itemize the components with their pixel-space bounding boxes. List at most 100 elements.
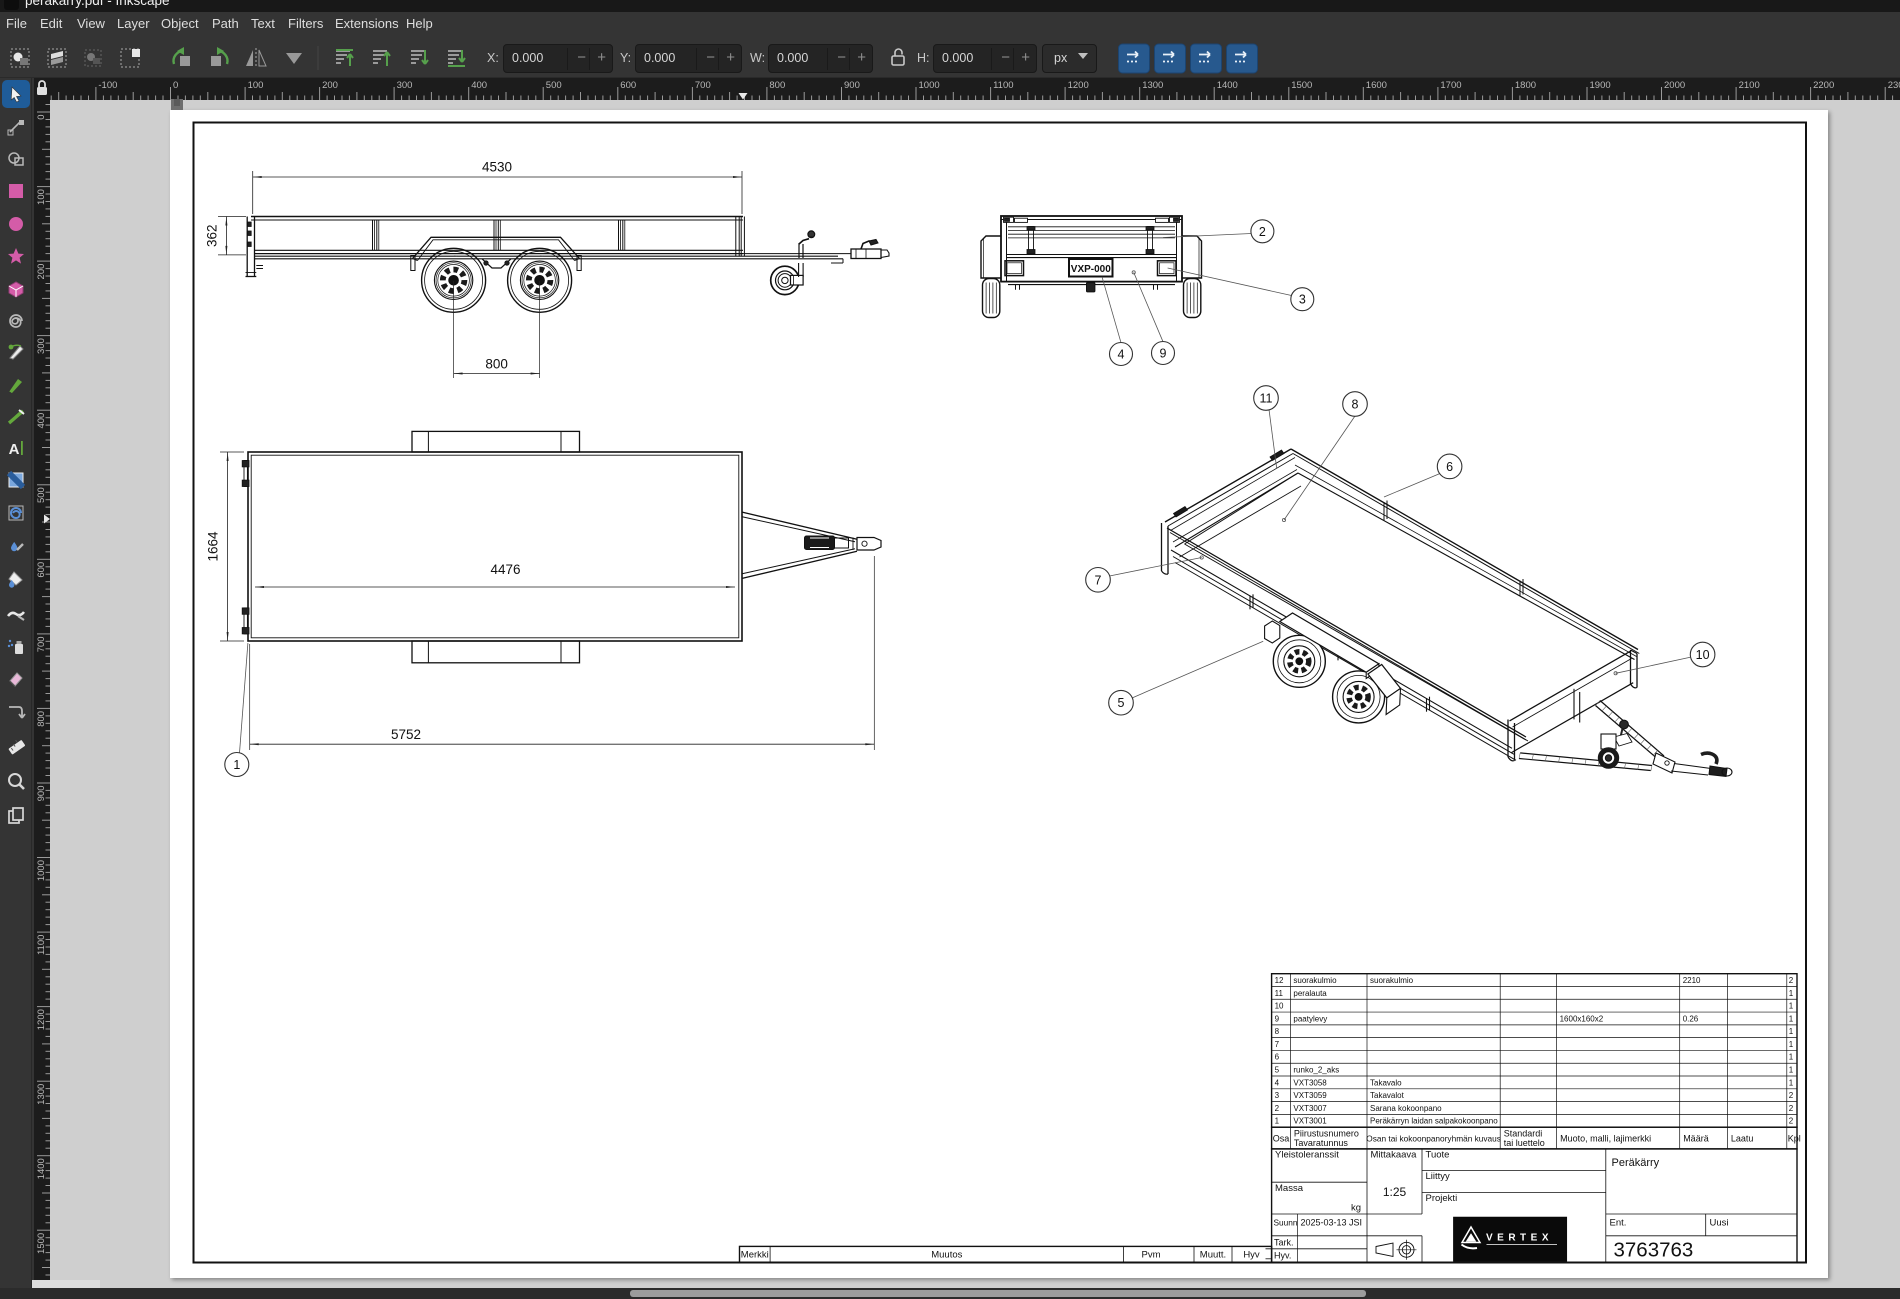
svg-text:0: 0 <box>173 80 178 91</box>
svg-text:800: 800 <box>485 357 508 372</box>
svg-text:4: 4 <box>1275 1078 1280 1087</box>
svg-text:Hyv: Hyv <box>1243 1250 1260 1261</box>
svg-text:2: 2 <box>1789 1104 1794 1113</box>
svg-text:2000: 2000 <box>1664 80 1685 91</box>
svg-text:1300: 1300 <box>36 1084 47 1105</box>
svg-text:9: 9 <box>1160 347 1167 361</box>
svg-text:1664: 1664 <box>206 531 221 562</box>
svg-text:2: 2 <box>1789 976 1794 985</box>
svg-text:Peräkärry: Peräkärry <box>1612 1157 1660 1169</box>
svg-text:Takavalot: Takavalot <box>1370 1091 1405 1100</box>
svg-text:tai luettelo: tai luettelo <box>1504 1138 1545 1148</box>
svg-text:Kpl: Kpl <box>1788 1134 1801 1144</box>
svg-text:1: 1 <box>233 758 240 772</box>
svg-text:6: 6 <box>1446 460 1453 474</box>
svg-text:7: 7 <box>1095 573 1102 587</box>
svg-text:suorakulmio: suorakulmio <box>1370 976 1414 985</box>
svg-text:3763763: 3763763 <box>1614 1239 1694 1262</box>
svg-text:Osa: Osa <box>1273 1134 1290 1144</box>
svg-text:Mittakaava: Mittakaava <box>1371 1150 1418 1161</box>
svg-text:Hyv.: Hyv. <box>1274 1251 1291 1261</box>
svg-text:Muutt.: Muutt. <box>1200 1250 1226 1261</box>
svg-text:1700: 1700 <box>1440 80 1461 91</box>
svg-text:1: 1 <box>1789 1078 1794 1087</box>
svg-text:VXT3058: VXT3058 <box>1293 1078 1327 1087</box>
svg-text:500: 500 <box>546 80 562 91</box>
svg-text:4476: 4476 <box>490 562 520 577</box>
svg-text:~: ~ <box>540 253 544 260</box>
svg-text:runko_2_aks: runko_2_aks <box>1293 1066 1339 1075</box>
svg-text:3: 3 <box>1299 293 1306 307</box>
svg-text:2200: 2200 <box>1813 80 1834 91</box>
svg-text:Laatu: Laatu <box>1731 1134 1754 1144</box>
svg-text:1200: 1200 <box>36 1009 47 1030</box>
svg-text:400: 400 <box>36 413 47 429</box>
svg-text:600: 600 <box>620 80 636 91</box>
svg-text:Uusi: Uusi <box>1710 1218 1729 1229</box>
svg-text:2300: 2300 <box>1888 80 1900 91</box>
svg-text:200: 200 <box>36 264 47 280</box>
svg-text:1400: 1400 <box>36 1158 47 1179</box>
svg-text:Takavalo: Takavalo <box>1370 1078 1402 1087</box>
svg-text:1:25: 1:25 <box>1383 1185 1407 1199</box>
svg-text:700: 700 <box>36 636 47 652</box>
svg-text:Osan tai kokoonpanoryhmän kuva: Osan tai kokoonpanoryhmän kuvaus <box>1366 1134 1501 1144</box>
svg-text:1300: 1300 <box>1142 80 1163 91</box>
svg-text:VXT3007: VXT3007 <box>1293 1104 1327 1113</box>
svg-text:1400: 1400 <box>1217 80 1238 91</box>
svg-text:VERTEX: VERTEX <box>1486 1233 1553 1244</box>
svg-text:8: 8 <box>1352 398 1359 412</box>
svg-text:Projekti: Projekti <box>1426 1193 1458 1204</box>
svg-text:1: 1 <box>1789 1066 1794 1075</box>
svg-text:Yleistoleranssit: Yleistoleranssit <box>1275 1150 1339 1161</box>
svg-text:1500: 1500 <box>1291 80 1312 91</box>
svg-text:Muoto, malli, lajimerkki: Muoto, malli, lajimerkki <box>1560 1134 1651 1144</box>
svg-text:1: 1 <box>1275 1117 1280 1126</box>
svg-text:0.26: 0.26 <box>1683 1014 1699 1023</box>
svg-text:100: 100 <box>248 80 264 91</box>
svg-text:Merkki: Merkki <box>741 1250 769 1261</box>
svg-text:Peräkärryn laidan salpakokoonp: Peräkärryn laidan salpakokoonpano <box>1370 1117 1498 1126</box>
svg-text:100: 100 <box>36 189 47 205</box>
svg-text:1100: 1100 <box>36 935 47 955</box>
svg-text:9: 9 <box>1275 1014 1280 1023</box>
svg-text:2: 2 <box>1275 1104 1280 1113</box>
svg-text:600: 600 <box>36 562 47 578</box>
svg-text:2: 2 <box>1789 1091 1794 1100</box>
svg-text:400: 400 <box>471 80 487 91</box>
svg-text:2: 2 <box>1259 225 1266 239</box>
svg-text:1000: 1000 <box>919 80 940 91</box>
svg-text:1200: 1200 <box>1068 80 1089 91</box>
svg-text:1: 1 <box>1789 989 1794 998</box>
svg-text:1: 1 <box>1789 1027 1794 1036</box>
svg-text:6: 6 <box>1275 1053 1280 1062</box>
svg-text:900: 900 <box>844 80 860 91</box>
svg-text:1500: 1500 <box>36 1233 47 1254</box>
svg-text:2: 2 <box>1789 1117 1794 1126</box>
svg-text:Suunn: Suunn <box>1274 1218 1298 1228</box>
svg-text:VXT3001: VXT3001 <box>1293 1117 1327 1126</box>
svg-text:5752: 5752 <box>391 727 421 742</box>
svg-text:Muutos: Muutos <box>931 1250 962 1261</box>
svg-text:800: 800 <box>769 80 785 91</box>
svg-text:-100: -100 <box>98 80 117 91</box>
svg-text:8: 8 <box>1275 1027 1280 1036</box>
svg-text:700: 700 <box>695 80 711 91</box>
svg-text:1100: 1100 <box>993 80 1013 91</box>
svg-text:Sarana kokoonpano: Sarana kokoonpano <box>1370 1104 1442 1113</box>
svg-text:1800: 1800 <box>1515 80 1536 91</box>
svg-text:1: 1 <box>1789 1014 1794 1023</box>
svg-text:2025-03-13 JSI: 2025-03-13 JSI <box>1301 1218 1363 1228</box>
svg-text:Standardi: Standardi <box>1504 1129 1543 1139</box>
svg-text:3: 3 <box>1275 1091 1280 1100</box>
svg-text:2100: 2100 <box>1739 80 1760 91</box>
svg-text:4: 4 <box>1118 348 1125 362</box>
svg-text:~: ~ <box>454 253 458 260</box>
svg-text:5: 5 <box>1118 696 1125 710</box>
svg-text:1900: 1900 <box>1590 80 1611 91</box>
svg-text:800: 800 <box>36 711 47 727</box>
svg-text:1000: 1000 <box>36 860 47 881</box>
svg-text:7: 7 <box>1275 1040 1280 1049</box>
svg-text:VXP-000: VXP-000 <box>1071 264 1111 275</box>
svg-text:peralauta: peralauta <box>1293 989 1327 998</box>
